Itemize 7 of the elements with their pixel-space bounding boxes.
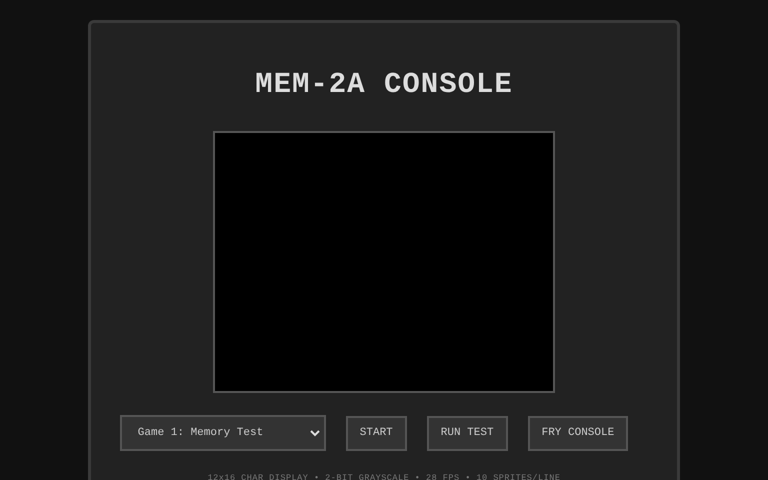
console-title: MEM-2A CONSOLE (255, 67, 513, 103)
console-button[interactable]: RUN TEST (426, 416, 508, 450)
specs-text: 12x16 CHAR DISPLAY • 2-BIT GRAYSCALE • 28 FPS • 10 SPRITES/LINE (208, 473, 560, 480)
game-select[interactable]: Game 1: Memory Test (120, 415, 326, 451)
chevron-icon (310, 430, 320, 436)
console-button[interactable]: START (346, 416, 407, 450)
console-button[interactable]: FRY CONSOLE (528, 416, 628, 450)
